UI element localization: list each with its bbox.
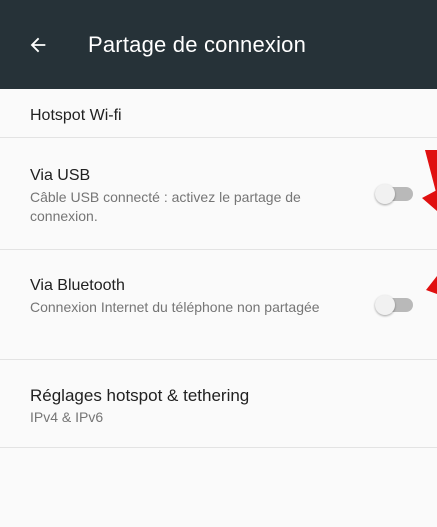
- back-button[interactable]: [26, 33, 50, 57]
- hotspot-tethering-settings-item[interactable]: Réglages hotspot & tethering IPv4 & IPv6: [0, 360, 437, 448]
- usb-switch-thumb: [375, 183, 395, 204]
- hotspot-wifi-title: Hotspot Wi-fi: [30, 107, 122, 124]
- usb-tethering-switch[interactable]: [375, 183, 413, 204]
- hotspot-tethering-settings-summary: IPv4 & IPv6: [30, 409, 104, 425]
- page-title: Partage de connexion: [88, 31, 307, 57]
- bluetooth-tethering-title: Via Bluetooth: [30, 277, 125, 294]
- usb-tethering-item[interactable]: Via USB Câble USB connecté : activez le …: [0, 138, 437, 250]
- bluetooth-switch-thumb: [375, 294, 395, 315]
- settings-list: Hotspot Wi-fi Via USB Câble USB connecté…: [0, 89, 437, 448]
- app-screen: Partage de connexion Hotspot Wi-fi Via U…: [0, 0, 437, 527]
- arrow-left-icon: [30, 37, 46, 52]
- app-toolbar: Partage de connexion: [0, 0, 437, 89]
- usb-tethering-summary: Câble USB connecté : activez le partage …: [30, 189, 301, 224]
- hotspot-tethering-settings-title: Réglages hotspot & tethering: [30, 386, 250, 405]
- bluetooth-tethering-summary: Connexion Internet du téléphone non part…: [30, 299, 320, 315]
- usb-tethering-title: Via USB: [30, 167, 91, 184]
- bluetooth-tethering-switch[interactable]: [375, 294, 413, 315]
- hotspot-wifi-item[interactable]: Hotspot Wi-fi: [0, 89, 437, 138]
- bluetooth-tethering-item[interactable]: Via Bluetooth Connexion Internet du télé…: [0, 250, 437, 360]
